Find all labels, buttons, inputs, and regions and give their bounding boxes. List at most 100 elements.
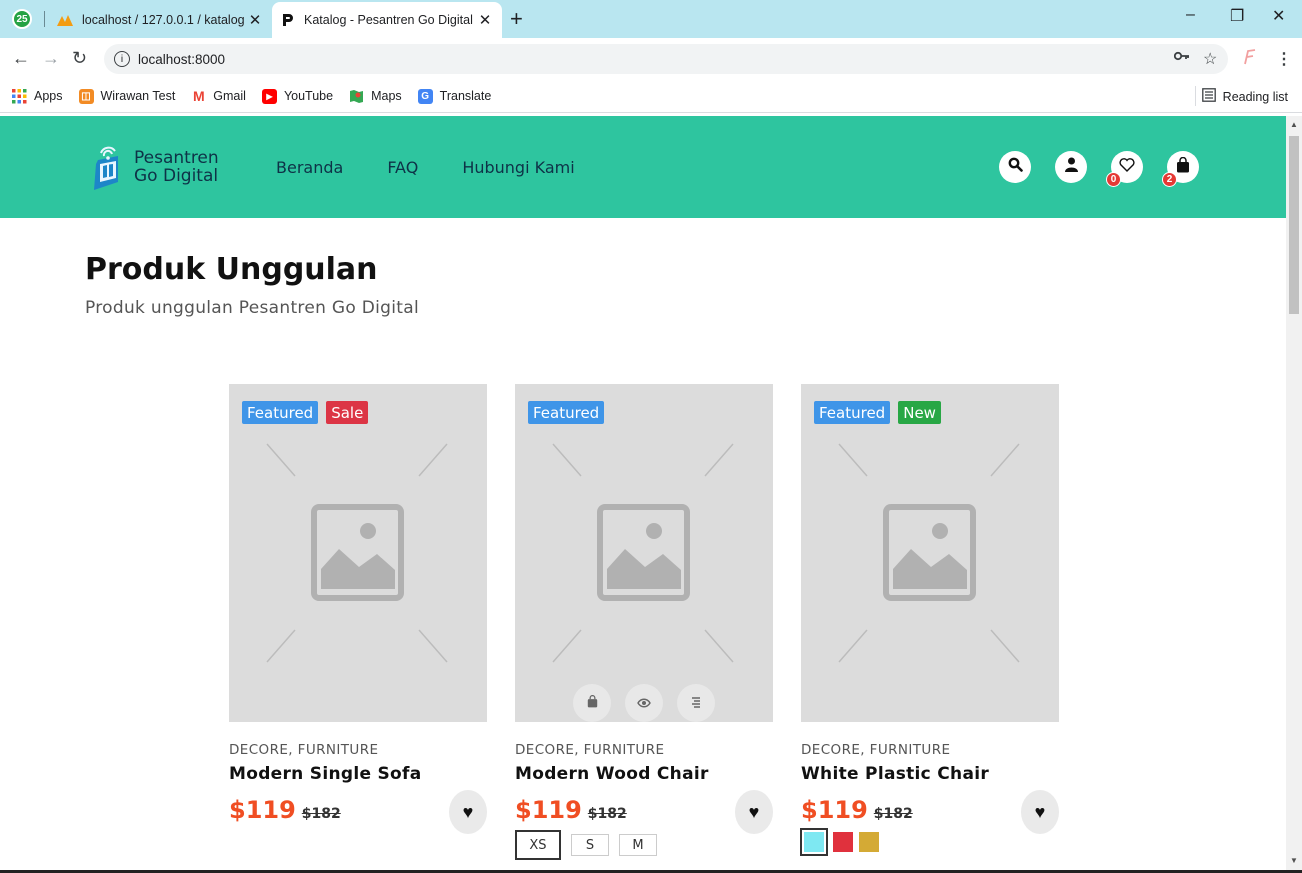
placeholder-image-icon (552, 443, 734, 663)
heart-outline-icon (1119, 157, 1135, 177)
product-old-price: $182 (301, 806, 341, 822)
scroll-down-icon[interactable]: ▼ (1290, 856, 1298, 865)
product-category[interactable]: DECORE, FURNITURE (515, 742, 773, 758)
wishlist-count-badge: 0 (1106, 172, 1121, 187)
shopping-bag-icon (1176, 156, 1190, 178)
page-scrollbar[interactable]: ▲ ▼ (1286, 116, 1302, 873)
new-tab-button[interactable]: + (510, 6, 523, 32)
pinned-tab-count: 25 (16, 13, 28, 25)
brand-line-2: Go Digital (134, 166, 219, 186)
site-header: Pesantren Go Digital Beranda FAQ Hubungi… (0, 116, 1286, 218)
bookmark-label: Wirawan Test (100, 89, 176, 103)
product-name[interactable]: White Plastic Chair (801, 764, 1059, 784)
close-icon[interactable]: ✕ (244, 11, 266, 29)
restore-icon[interactable]: ❐ (1230, 6, 1244, 26)
compare-button[interactable] (677, 684, 715, 722)
menu-kebab-icon[interactable]: ⋮ (1276, 49, 1292, 69)
site-logo[interactable]: Pesantren Go Digital (92, 142, 219, 192)
product-price: $119 (801, 796, 868, 824)
extension-icon[interactable] (1242, 49, 1256, 70)
product-image[interactable]: Featured New (801, 384, 1059, 722)
bookmark-translate[interactable]: G Translate (417, 88, 491, 104)
reading-list-label: Reading list (1222, 89, 1288, 104)
color-swatch-red[interactable] (833, 832, 853, 852)
product-name[interactable]: Modern Single Sofa (229, 764, 487, 784)
product-card: Featured Sale DECORE, FURNITURE Modern S… (229, 384, 487, 834)
bookmark-apps[interactable]: Apps (12, 88, 63, 104)
add-to-wishlist-button[interactable]: ♥ (1021, 790, 1059, 834)
product-old-price: $182 (587, 806, 627, 822)
size-option-m[interactable]: M (619, 834, 657, 856)
product-category[interactable]: DECORE, FURNITURE (801, 742, 1059, 758)
minimize-icon[interactable]: – (1186, 6, 1195, 24)
quick-view-button[interactable] (625, 684, 663, 722)
info-icon[interactable]: i (114, 51, 130, 67)
site-icon (278, 11, 296, 29)
eye-icon (637, 696, 651, 711)
search-button[interactable] (999, 151, 1031, 183)
featured-badge: Featured (814, 401, 891, 424)
size-option-xs[interactable]: XS (515, 830, 561, 860)
product-image[interactable]: Featured Sale (229, 384, 487, 722)
add-to-wishlist-button[interactable]: ♥ (449, 790, 487, 834)
placeholder-image-icon (838, 443, 1020, 663)
bookmark-gmail[interactable]: M Gmail (191, 88, 246, 104)
color-options (800, 828, 1059, 856)
tab-katalog[interactable]: Katalog - Pesantren Go Digital ✕ (272, 2, 502, 38)
featured-badge: Featured (242, 401, 319, 424)
color-swatch-gold[interactable] (859, 832, 879, 852)
logo-icon (92, 142, 124, 192)
new-badge: New (898, 401, 941, 424)
reload-icon[interactable]: ↻ (72, 48, 87, 69)
size-option-s[interactable]: S (571, 834, 609, 856)
add-to-wishlist-button[interactable]: ♥ (735, 790, 773, 834)
nav-beranda[interactable]: Beranda (276, 158, 343, 177)
wirawan-icon: ◫ (78, 88, 94, 104)
close-icon[interactable]: ✕ (474, 11, 496, 29)
translate-icon: G (417, 88, 433, 104)
heart-icon: ♥ (748, 801, 760, 822)
section-subtitle: Produk unggulan Pesantren Go Digital (85, 298, 419, 318)
featured-badge: Featured (528, 401, 605, 424)
product-name[interactable]: Modern Wood Chair (515, 764, 773, 784)
close-window-icon[interactable]: ✕ (1272, 6, 1285, 26)
bookmark-star-icon[interactable]: ☆ (1203, 49, 1217, 69)
cart-count-badge: 2 (1162, 172, 1177, 187)
reading-list-button[interactable]: Reading list (1201, 88, 1288, 105)
sale-badge: Sale (326, 401, 369, 424)
product-badges: Featured New (814, 401, 941, 424)
quick-actions (573, 684, 715, 722)
brand-line-1: Pesantren (134, 148, 219, 168)
back-icon[interactable]: ← (12, 48, 30, 69)
brand-name: Pesantren Go Digital (134, 149, 219, 185)
heart-icon: ♥ (1034, 801, 1046, 822)
tab-separator (44, 11, 45, 27)
price-row: $119 $182 ♥ (801, 790, 1059, 834)
scrollbar-thumb[interactable] (1289, 136, 1299, 314)
page-viewport: Pesantren Go Digital Beranda FAQ Hubungi… (0, 116, 1286, 873)
add-to-cart-button[interactable] (573, 684, 611, 722)
scroll-up-icon[interactable]: ▲ (1290, 120, 1298, 129)
price-row: $119 $182 ♥ (515, 790, 773, 834)
section-title: Produk Unggulan (85, 252, 378, 287)
tab-phpmyadmin[interactable]: localhost / 127.0.0.1 / katalog_pg ✕ (50, 2, 272, 38)
bookmark-label: Gmail (213, 89, 246, 103)
shopping-bag-icon (587, 694, 598, 711)
bookmark-youtube[interactable]: ▶ YouTube (261, 88, 333, 104)
product-category[interactable]: DECORE, FURNITURE (229, 742, 487, 758)
phpmyadmin-icon (56, 11, 74, 29)
bookmark-label: Maps (371, 89, 402, 103)
nav-faq[interactable]: FAQ (387, 158, 418, 177)
bookmark-maps[interactable]: Maps (349, 89, 402, 104)
product-image[interactable]: Featured (515, 384, 773, 722)
tab-title: Katalog - Pesantren Go Digital (304, 13, 473, 27)
forward-icon[interactable]: → (42, 48, 60, 69)
nav-hubungi-kami[interactable]: Hubungi Kami (462, 158, 574, 177)
reading-list-icon (1201, 88, 1216, 105)
pinned-tab-whatsapp[interactable]: 25 (12, 9, 32, 29)
key-icon[interactable] (1173, 49, 1190, 67)
account-button[interactable] (1055, 151, 1087, 183)
url-input[interactable]: i localhost:8000 (104, 44, 1228, 74)
bookmark-wirawan-test[interactable]: ◫ Wirawan Test (78, 88, 176, 104)
color-swatch-cyan[interactable] (800, 828, 828, 856)
